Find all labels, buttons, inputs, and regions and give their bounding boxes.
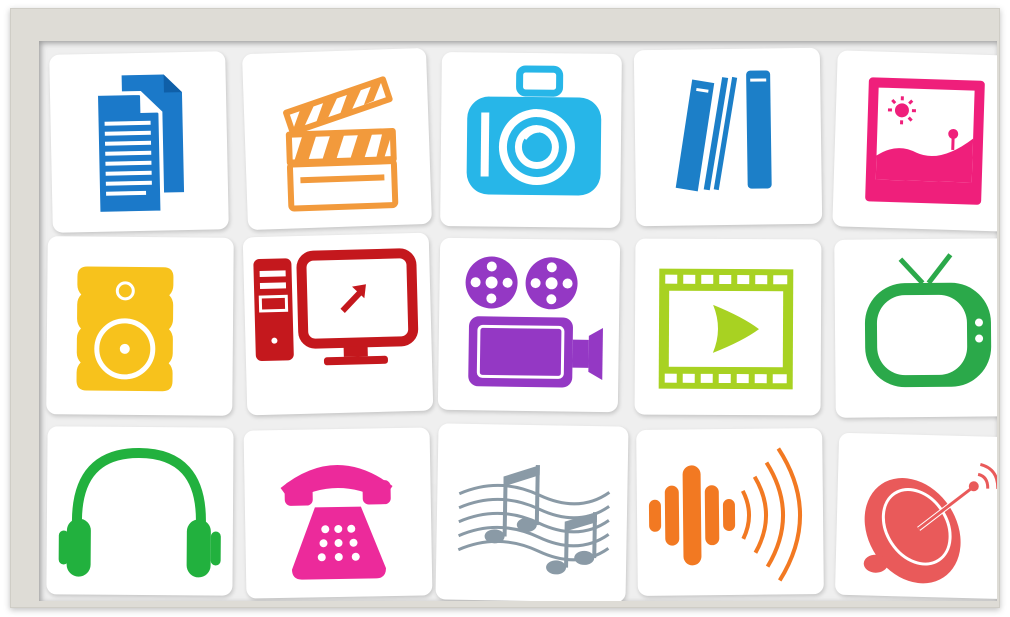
icon-tile — [49, 51, 229, 233]
telephone-icon — [280, 465, 393, 580]
headphones-icon — [58, 447, 221, 578]
picture-frame — [10, 8, 1000, 608]
icon-tile — [440, 52, 622, 228]
icon-tile — [633, 47, 823, 227]
icon-tile — [46, 426, 234, 596]
icon-tile — [435, 423, 629, 601]
icon-board-image — [0, 0, 1010, 617]
camera-icon — [466, 65, 602, 196]
icon-tile — [636, 428, 824, 596]
film-projector-icon — [465, 256, 603, 388]
tv-icon — [864, 253, 992, 388]
clapperboard-icon — [283, 76, 399, 212]
books-icon — [675, 70, 772, 192]
icon-tile — [46, 236, 234, 416]
speaker-icon — [76, 266, 174, 392]
icon-tile — [242, 232, 434, 416]
icon-tile — [834, 238, 997, 418]
icon-tile — [834, 432, 997, 600]
icon-tile — [832, 50, 997, 232]
computer-icon — [253, 248, 419, 366]
icon-tile — [437, 237, 621, 413]
sound-waves-icon — [648, 447, 802, 582]
film-strip-play-icon — [658, 268, 794, 390]
satellite-dish-icon — [863, 462, 997, 584]
music-notes-icon — [457, 465, 611, 575]
photo-icon — [865, 77, 985, 205]
documents-icon — [93, 74, 185, 216]
icon-tile — [241, 47, 433, 231]
icon-tile — [243, 427, 433, 599]
icon-grid — [39, 41, 997, 601]
icon-tile — [634, 238, 822, 416]
